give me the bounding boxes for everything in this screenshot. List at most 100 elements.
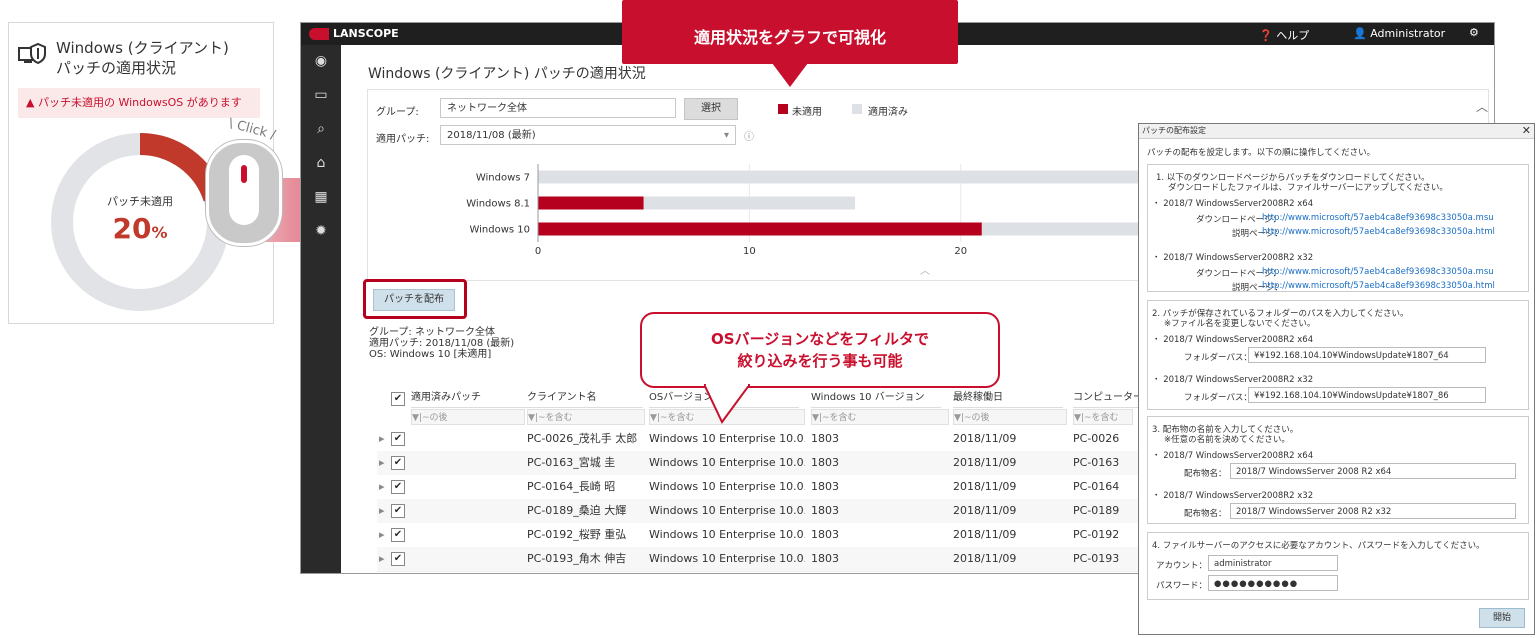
brand-name: LANSCOPE [333,27,399,40]
user-menu[interactable]: 👤 Administrator [1353,27,1445,40]
win10-version: 1803 [811,432,839,445]
bar-unapplied[interactable] [538,222,982,236]
filter-last-active[interactable]: ▼|~の後 [953,409,1067,425]
row-checkbox[interactable]: ✔ [391,528,405,542]
expand-chevron-icon[interactable]: ▸ [379,499,385,523]
dialog-intro: パッチの配布を設定します。以下の順に操作してください。 [1147,148,1376,158]
s1-x32-title: ・ 2018/7 WindowsServer2008R2 x32 [1152,253,1314,263]
collapse-chevron-icon[interactable]: ︿ [920,262,930,277]
shield-monitor-icon [18,42,46,66]
expand-chevron-icon[interactable]: ▸ [379,523,385,547]
client-name: PC-0164_長崎 昭 [527,480,616,493]
patch-select[interactable]: 2018/11/08 (最新) ▾ [440,125,736,145]
s1-x32-download-link[interactable]: http://www.microsoft/57aeb4ca8ef93698c33… [1262,267,1494,277]
x-tick-label: 20 [954,246,967,257]
os-version: Windows 10 Enterprise 10.0.1… [649,432,805,445]
os-version: Windows 10 Enterprise 10.0.1… [649,456,805,469]
sidebar: ◉ ▭ ⌕ ⌂ ▦ ✹ [301,45,341,573]
s1-x32-desc-link[interactable]: http://www.microsoft/57aeb4ca8ef93698c33… [1262,281,1495,291]
row-checkbox[interactable]: ✔ [391,432,405,446]
home-nav-icon[interactable]: ⌂ [311,153,331,173]
row-checkbox[interactable]: ✔ [391,480,405,494]
info-icon[interactable]: ⓘ [744,128,754,143]
close-icon[interactable]: ✕ [1522,124,1531,138]
s2-line2: ※ファイル名を変更しないでください。 [1164,319,1316,329]
bar-unapplied[interactable] [538,196,644,210]
s1-line2: ダウンロードしたファイルは、ファイルサーバーにアップしてください。 [1168,183,1448,193]
s3-x32-label: 配布物名： [1184,509,1227,519]
section-account: 4. ファイルサーバーのアクセスに必要なアカウント、パスワードを入力してください… [1147,532,1529,600]
settings-nav-icon[interactable]: ✹ [311,221,331,241]
dialog-titlebar: パッチの配布設定 ✕ [1139,124,1534,139]
category-label: Windows 8.1 [466,199,530,210]
section-download: 1. 以下のダウンロードページからパッチをダウンロードしてください。 ダウンロー… [1147,164,1529,293]
start-button[interactable]: 開始 [1479,608,1525,628]
filter-applied-patch[interactable]: ▼|~の後 [411,409,525,425]
last-active-date: 2018/11/09 [953,432,1017,445]
client-name: PC-0192_桜野 重弘 [527,528,627,541]
mouse-icon [206,140,282,246]
dist-name-x32-input[interactable]: 2018/7 WindowsServer 2008 R2 x32 [1230,503,1516,519]
s1-x64-desc-link[interactable]: http://www.microsoft/57aeb4ca8ef93698c33… [1262,227,1495,237]
patch-label: 適用パッチ: [376,134,430,145]
s2-x64-title: ・ 2018/7 WindowsServer2008R2 x64 [1152,335,1314,345]
win10-version: 1803 [811,504,839,517]
x-tick-label: 10 [743,246,756,257]
col-applied-patch[interactable]: 適用済みパッチ [411,389,531,408]
filter-computer-name[interactable]: ▼|~を含む [1073,409,1133,425]
expand-chevron-icon[interactable]: ▸ [379,547,385,571]
os-version: Windows 10 Enterprise 10.0.1… [649,528,805,541]
client-name: PC-0193_角木 伸吉 [527,552,627,565]
alert-banner: ▲ パッチ未適用の WindowsOS があります [18,88,260,118]
client-name: PC-0026_茂礼手 太郎 [527,432,638,445]
patch-distribution-dialog: パッチの配布設定 ✕ パッチの配布を設定します。以下の順に操作してください。 1… [1138,123,1535,635]
password-input[interactable]: ●●●●●●●●●● [1208,575,1338,591]
s3-line2: ※任意の名前を決めてください。 [1164,435,1290,445]
chevron-down-icon: ▾ [723,130,729,141]
folder-path-x32-input[interactable]: ¥¥192.168.104.10¥WindowsUpdate¥1807_86 [1248,387,1486,403]
folder-path-x64-input[interactable]: ¥¥192.168.104.10¥WindowsUpdate¥1807_64 [1248,347,1486,363]
lanscope-logo-icon [309,28,329,40]
search-nav-icon[interactable]: ⌕ [311,119,331,139]
row-checkbox[interactable]: ✔ [391,552,405,566]
last-active-date: 2018/11/09 [953,552,1017,565]
category-label: Windows 10 [469,225,530,236]
user-icon: 👤 [1353,27,1367,40]
dist-name-x64-input[interactable]: 2018/7 WindowsServer 2008 R2 x64 [1230,463,1516,479]
filter-client-name[interactable]: ▼|~を含む [527,409,645,425]
col-client-name[interactable]: クライアント名 [527,389,643,408]
shield-nav-icon[interactable]: ◉ [311,51,331,71]
expand-chevron-icon[interactable]: ▸ [379,427,385,451]
settings-gear-icon[interactable]: ⚙ [1469,26,1479,39]
expand-chevron-icon[interactable]: ▸ [379,451,385,475]
help-link[interactable]: ❓ ヘルプ [1259,27,1309,43]
row-checkbox[interactable]: ✔ [391,456,405,470]
col-last-active[interactable]: 最終稼働日 [953,389,1063,408]
win10-version: 1803 [811,480,839,493]
col-win10-version[interactable]: Windows 10 バージョン [811,389,941,408]
select-group-button[interactable]: 選択 [684,98,738,120]
password-label: パスワード： [1156,581,1208,591]
filter-win10-version[interactable]: ▼|~を含む [811,409,949,425]
report-nav-icon[interactable]: ▦ [311,187,331,207]
client-name: PC-0189_桑迫 大輝 [527,504,627,517]
group-field[interactable]: ネットワーク全体 [440,98,676,118]
bar-applied[interactable] [643,196,856,210]
s4-line1: 4. ファイルサーバーのアクセスに必要なアカウント、パスワードを入力してください… [1152,541,1485,551]
group-label: グループ: [376,107,419,118]
os-version: Windows 10 Enterprise 10.0.1… [649,480,805,493]
row-checkbox[interactable]: ✔ [391,504,405,518]
scroll-up-icon[interactable]: ︿ [1476,98,1488,115]
expand-chevron-icon[interactable]: ▸ [379,475,385,499]
last-active-date: 2018/11/09 [953,456,1017,469]
devices-nav-icon[interactable]: ▭ [311,85,331,105]
callout-pointer [772,63,808,87]
select-all-checkbox[interactable]: ✔ [391,392,405,406]
help-icon: ❓ [1259,29,1273,42]
s2-x64-label: フォルダーパス： [1184,353,1252,363]
distribute-patch-button[interactable]: パッチを配布 [373,289,455,311]
chart-callout: 適用状況をグラフで可視化 [622,0,958,64]
category-label: Windows 7 [476,173,530,184]
account-input[interactable]: administrator [1208,555,1338,571]
s1-x64-download-link[interactable]: http://www.microsoft/57aeb4ca8ef93698c33… [1262,213,1494,223]
